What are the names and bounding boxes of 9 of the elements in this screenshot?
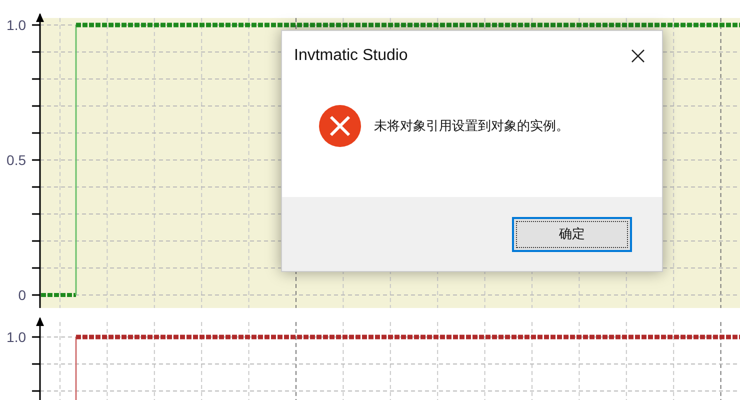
error-message: 未将对象引用设置到对象的实例。 <box>374 118 569 135</box>
tick-label: 0 <box>18 287 26 303</box>
ok-button[interactable]: 确定 <box>512 216 632 252</box>
window-title: Invtmatic Studio <box>294 47 408 65</box>
error-icon <box>318 104 362 148</box>
tick-label: 0.5 <box>6 152 26 168</box>
close-icon[interactable] <box>630 48 646 64</box>
tick-label: 1.0 <box>6 329 26 345</box>
tick-label: 1.0 <box>6 17 26 33</box>
